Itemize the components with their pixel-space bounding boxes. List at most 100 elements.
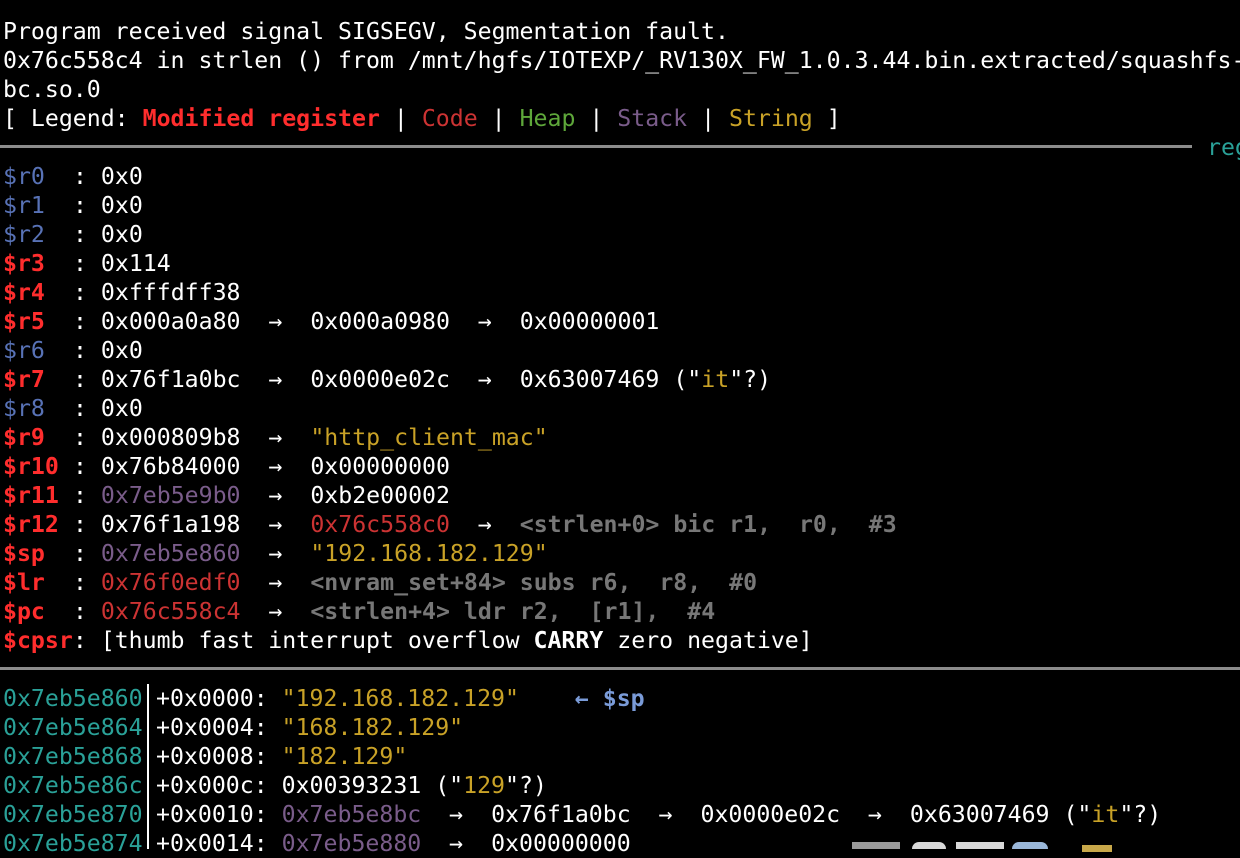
stack-offset: +0x0000: — [156, 685, 282, 712]
register-value: 0x76b84000 — [100, 453, 241, 480]
register-r9: $r9: 0x000809b8 → "http_client_mac" — [3, 423, 548, 452]
register-sp: $sp: 0x7eb5e860 → "192.168.182.129" — [3, 539, 548, 568]
stack-address: 0x7eb5e874 — [3, 830, 143, 857]
stack-divider — [0, 667, 1240, 670]
register-value: 0x0 — [100, 395, 143, 422]
register-name: $sp — [3, 540, 45, 567]
taskbar-icon[interactable] — [912, 842, 946, 849]
register-r5: $r5: 0x000a0a80 → 0x000a0980 → 0x0000000… — [3, 307, 659, 336]
legend-separator: | — [575, 105, 618, 132]
string-value: "168.182.129" — [281, 714, 464, 741]
legend: [ Legend: Modified register | Code | Hea… — [3, 104, 841, 133]
legend-open: [ Legend: — [3, 105, 143, 132]
register-value: 0x000809b8 — [100, 424, 241, 451]
stack-row: 0x7eb5e870 +0x0010: 0x7eb5e8bc → 0x76f1a0… — [3, 800, 1161, 829]
register-name: $r0 — [3, 163, 45, 190]
register-value: 0x114 — [100, 250, 171, 277]
colon: : — [73, 540, 101, 567]
register-value: 0x000a0a80 — [100, 308, 241, 335]
stack-value: 0x7eb5e8bc — [281, 801, 422, 828]
legend-code: Code — [421, 105, 478, 132]
deref-arrow: → — [477, 308, 492, 335]
string-hint: it — [701, 366, 730, 393]
register-r10: $r10: 0x76b84000 → 0x00000000 — [3, 452, 450, 481]
register-r1: $r1: 0x0 — [3, 191, 143, 220]
colon: : — [73, 482, 101, 509]
register-value: 0x0 — [100, 192, 143, 219]
string-value: "192.168.182.129" — [310, 540, 548, 567]
string-hint: it — [1091, 801, 1120, 828]
taskbar-icon[interactable] — [1012, 842, 1048, 849]
taskbar-icon[interactable] — [852, 842, 900, 849]
colon: : — [73, 192, 101, 219]
deref-arrow: → — [268, 511, 283, 538]
stack-offset: +0x0008: — [156, 743, 282, 770]
cpsr-carry-flag: CARRY — [533, 627, 604, 654]
register-value: 0x7eb5e9b0 — [100, 482, 241, 509]
taskbar-icon[interactable] — [956, 842, 1004, 849]
colon: : — [73, 424, 101, 451]
register-value: 0xfffdff38 — [100, 279, 241, 306]
register-r8: $r8: 0x0 — [3, 394, 143, 423]
deref-value: 0x0000e02c — [310, 366, 450, 393]
hint-close: "?) — [729, 366, 772, 393]
deref-arrow: → — [268, 453, 283, 480]
stack-offset: +0x000c: — [156, 772, 282, 799]
sp-arrow: ← — [574, 685, 589, 712]
deref-arrow: → — [268, 482, 283, 509]
register-name: $lr — [3, 569, 45, 596]
deref-value: 0x00000001 — [519, 308, 660, 335]
register-value: 0x7eb5e860 — [100, 540, 241, 567]
register-value: 0x76c558c4 — [100, 598, 241, 625]
deref-arrow: → — [449, 801, 464, 828]
deref-value: 0x000a0980 — [310, 308, 450, 335]
register-value: 0x76f1a198 — [100, 511, 241, 538]
legend-stack: Stack — [617, 105, 688, 132]
deref-arrow: → — [868, 801, 882, 828]
hint-open: (" — [421, 772, 464, 799]
stack-address: 0x7eb5e860 — [3, 685, 143, 712]
registers-section-label: reg — [1207, 134, 1240, 161]
legend-separator: | — [687, 105, 729, 132]
deref-arrow: → — [268, 366, 283, 393]
register-name: $r6 — [3, 337, 45, 364]
hint-open: (" — [659, 366, 702, 393]
legend-string: String — [729, 105, 813, 132]
register-name: $cpsr — [3, 627, 73, 654]
register-r4: $r4: 0xfffdff38 — [3, 278, 241, 307]
cpsr-flags: zero negative] — [603, 627, 813, 654]
deref-arrow: → — [268, 424, 283, 451]
legend-heap: Heap — [519, 105, 576, 132]
deref-arrow: → — [268, 540, 283, 567]
instruction: <nvram_set+84> subs r6, r8, #0 — [310, 569, 758, 596]
register-r11: $r11: 0x7eb5e9b0 → 0xb2e00002 — [3, 481, 450, 510]
colon: : — [73, 569, 101, 596]
fault-location-wrap: bc.so.0 — [3, 76, 101, 103]
stack-row: 0x7eb5e874 +0x0014: 0x7eb5e880 → 0x000000… — [3, 829, 631, 858]
deref-value: 0xb2e00002 — [310, 482, 450, 509]
register-name: $r11 — [3, 482, 59, 509]
register-pc: $pc: 0x76c558c4 → <strlen+4> ldr r2, [r1… — [3, 597, 715, 626]
register-r6: $r6: 0x0 — [3, 336, 143, 365]
register-name: $r5 — [3, 308, 45, 335]
register-r7: $r7: 0x76f1a0bc → 0x0000e02c → 0x6300746… — [3, 365, 771, 394]
stack-address: 0x7eb5e870 — [3, 801, 143, 828]
deref-value: 0x00000000 — [491, 830, 631, 857]
deref-arrow: → — [658, 801, 673, 828]
deref-value: 0x76c558c0 — [310, 511, 450, 538]
register-value: 0x0 — [100, 163, 143, 190]
deref-value: 0x63007469 — [909, 801, 1050, 828]
instruction: <strlen+0> bic r1, r0, #3 — [519, 511, 897, 538]
colon: : — [73, 163, 101, 190]
register-r12: $r12: 0x76f1a198 → 0x76c558c0 → <strlen+… — [3, 510, 897, 539]
legend-modified-register: Modified register — [142, 105, 380, 132]
register-value: 0x76f1a0bc — [100, 366, 241, 393]
hint-close: "?) — [505, 772, 547, 799]
deref-value: 0x00000000 — [310, 453, 450, 480]
stack-row: 0x7eb5e860 +0x0000: "192.168.182.129" ← $… — [3, 684, 645, 713]
stack-value: 0x00393231 — [281, 772, 422, 799]
signal-message: Program received signal SIGSEGV, Segment… — [3, 18, 729, 45]
stack-offset: +0x0014: — [156, 830, 282, 857]
register-r2: $r2: 0x0 — [3, 220, 143, 249]
legend-close: ] — [812, 105, 841, 132]
